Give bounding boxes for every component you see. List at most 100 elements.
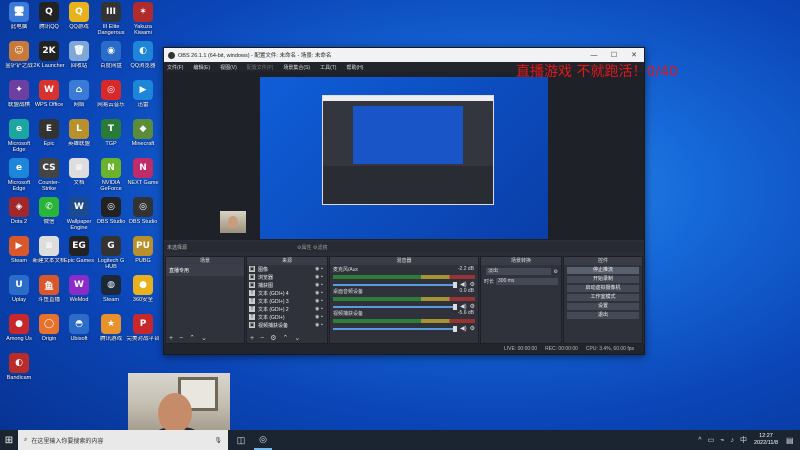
desktop-icon[interactable]: ▶ 迅雷 — [126, 80, 160, 118]
move-down-icon[interactable]: ⌄ — [201, 334, 207, 342]
desktop-icon[interactable]: ≡ 新建文本文档 — [32, 236, 66, 274]
source-item[interactable]: T 文本 (GDI+) ◉ ▪ — [247, 313, 327, 321]
close-button[interactable]: ✕ — [624, 51, 644, 59]
desktop-icon[interactable]: G Logitech G HUB — [94, 236, 128, 274]
desktop-icon[interactable]: 鱼斗鱼直播 — [32, 275, 66, 313]
source-item[interactable]: T 文本 (GDI+) 2 ◉ ▪ — [247, 305, 327, 313]
desktop-icon[interactable]: 🖥 此电脑 — [2, 2, 36, 40]
desktop-icon[interactable]: ✦ 联盟战棋 — [2, 80, 36, 118]
desktop-icon[interactable]: ◯ Origin — [32, 314, 66, 352]
desktop-icon[interactable]: ▶ Steam — [2, 236, 36, 274]
move-down-icon[interactable]: ⌄ — [294, 334, 300, 342]
menu-view[interactable]: 视图(V) — [220, 64, 237, 71]
desktop-icon[interactable]: Q 腾讯QQ — [32, 2, 66, 40]
tray-overflow-icon[interactable]: ^ — [698, 437, 701, 444]
menu-edit[interactable]: 编辑(E) — [193, 64, 210, 71]
source-item[interactable]: ▣ 捕获图 ◉ ▪ — [247, 281, 327, 289]
preview-canvas[interactable] — [260, 77, 548, 239]
source-item[interactable]: T 文本 (GDI+) 3 ◉ ▪ — [247, 297, 327, 305]
desktop-icon[interactable]: E Epic — [32, 119, 66, 157]
desktop-icon[interactable]: EG Epic Games — [62, 236, 96, 274]
lock-icon[interactable]: ▪ — [321, 290, 327, 296]
desktop-icon[interactable]: ≡ 文档 — [62, 158, 96, 196]
lock-icon[interactable]: ▪ — [321, 306, 327, 312]
desktop-icon[interactable]: ⌂ 网络 — [62, 80, 96, 118]
task-view-icon[interactable]: ◫ — [232, 430, 250, 450]
ime-indicator[interactable]: 中 — [740, 435, 747, 445]
network-icon[interactable]: ⌁ — [720, 436, 724, 444]
clock[interactable]: 12:27 2022/11/8 — [754, 433, 778, 447]
remove-icon[interactable]: − — [179, 335, 183, 342]
speaker-icon[interactable]: ◀) — [460, 325, 467, 332]
lock-icon[interactable]: ▪ — [321, 314, 327, 320]
desktop-icon[interactable]: W Wallpaper Engine — [62, 197, 96, 235]
studio-mode-button[interactable]: 工作室模式 — [567, 294, 639, 301]
desktop-icon[interactable]: N NVIDIA GeForce — [94, 158, 128, 196]
desktop-icon[interactable]: T TGP — [94, 119, 128, 157]
desktop-icon[interactable]: P 完美对战平台 — [126, 314, 160, 352]
volume-icon[interactable]: ♪ — [730, 437, 734, 444]
settings-button[interactable]: 设置 — [567, 303, 639, 310]
source-item[interactable]: ▣ 浏览器 ◉ ▪ — [247, 273, 327, 281]
move-up-icon[interactable]: ⌃ — [282, 334, 288, 342]
transition-type-select[interactable]: 淡出 — [486, 268, 551, 275]
desktop-icon[interactable]: W WPS Office — [32, 80, 66, 118]
desktop-icon[interactable]: 2K 2K Launcher — [32, 41, 66, 79]
desktop-icon[interactable]: ☺ 金铲铲之战 — [2, 41, 36, 79]
menu-profile[interactable]: 配置文件(P) — [247, 64, 274, 71]
desktop-icon[interactable]: ◎ OBS Studio — [126, 197, 160, 235]
volume-slider[interactable] — [333, 281, 457, 288]
desktop-icon[interactable]: III III Elite Dangerous — [94, 2, 128, 40]
stop-streaming-button[interactable]: 停止推流 — [567, 267, 639, 274]
desktop-icon[interactable]: ◍ Steam — [94, 275, 128, 313]
desktop-icon[interactable]: ◈ Dota 2 — [2, 197, 36, 235]
desktop-icon[interactable]: ◐ QQ浏览器 — [126, 41, 160, 79]
battery-icon[interactable]: ▭ — [708, 436, 715, 444]
gear-icon[interactable]: ⚙ — [554, 269, 558, 275]
desktop-icon[interactable]: ✆ 微信 — [32, 197, 66, 235]
desktop-icon[interactable]: U Uplay — [2, 275, 36, 313]
remove-icon[interactable]: − — [260, 335, 264, 342]
desktop-icon[interactable]: ★ 腾讯游戏 — [94, 314, 128, 352]
gear-icon[interactable]: ⚙ — [270, 334, 276, 342]
desktop-icon[interactable]: ◓ Ubisoft — [62, 314, 96, 352]
source-item[interactable]: ▣ 图像 ◉ ▪ — [247, 265, 327, 273]
desktop-icon[interactable]: 🗑 回收站 — [62, 41, 96, 79]
start-virtual-camera-button[interactable]: 启动虚拟摄像机 — [567, 285, 639, 292]
scene-item[interactable]: 直播专用 — [166, 265, 244, 276]
volume-slider[interactable] — [333, 303, 457, 310]
obs-preview-area[interactable] — [164, 72, 644, 240]
move-up-icon[interactable]: ⌃ — [189, 334, 195, 342]
lock-icon[interactable]: ▪ — [321, 282, 327, 288]
desktop-icon[interactable]: ◆ Minecraft — [126, 119, 160, 157]
maximize-button[interactable]: ☐ — [604, 51, 624, 59]
lock-icon[interactable]: ▪ — [321, 322, 327, 328]
start-recording-button[interactable]: 开始录制 — [567, 276, 639, 283]
desktop-icon[interactable]: N NEXT Game — [126, 158, 160, 196]
desktop-icon[interactable]: ● 360安全 — [126, 275, 160, 313]
add-icon[interactable]: + — [169, 335, 173, 342]
desktop-icon[interactable]: e Microsoft Edge — [2, 158, 36, 196]
source-item[interactable]: T 文本 (GDI+) 4 ◉ ▪ — [247, 289, 327, 297]
menu-tools[interactable]: 工具(T) — [320, 64, 336, 71]
menu-help[interactable]: 帮助(H) — [346, 64, 363, 71]
microphone-icon[interactable]: 🎙 — [214, 437, 222, 444]
menu-scene-collection[interactable]: 场景集合(S) — [283, 64, 310, 71]
desktop-icon[interactable]: ◉ 百度网盘 — [94, 41, 128, 79]
desktop-icon[interactable]: CS Counter-Strike — [32, 158, 66, 196]
desktop-icon[interactable]: ✶ Yakuza Kiwami — [126, 2, 160, 40]
desktop-icon[interactable]: Q QQ游戏 — [62, 2, 96, 40]
taskbar-search[interactable]: ⌕ 在这里输入你要搜索的内容 🎙 — [18, 430, 228, 450]
desktop-icon[interactable]: L 英雄联盟 — [62, 119, 96, 157]
obs-taskbar-icon[interactable]: ◎ — [254, 430, 272, 450]
menu-file[interactable]: 文件(F) — [167, 64, 183, 71]
add-icon[interactable]: + — [250, 335, 254, 342]
lock-icon[interactable]: ▪ — [321, 274, 327, 280]
start-button[interactable]: ⊞ — [0, 430, 18, 450]
notification-icon[interactable]: ▤ — [786, 436, 800, 445]
desktop-icon[interactable]: PU PUBG — [126, 236, 160, 274]
gear-icon[interactable]: ⚙ — [470, 325, 475, 332]
lock-icon[interactable]: ▪ — [321, 266, 327, 272]
desktop-icon[interactable]: ◎ 网易云音乐 — [94, 80, 128, 118]
desktop-icon[interactable]: e Microsoft Edge — [2, 119, 36, 157]
